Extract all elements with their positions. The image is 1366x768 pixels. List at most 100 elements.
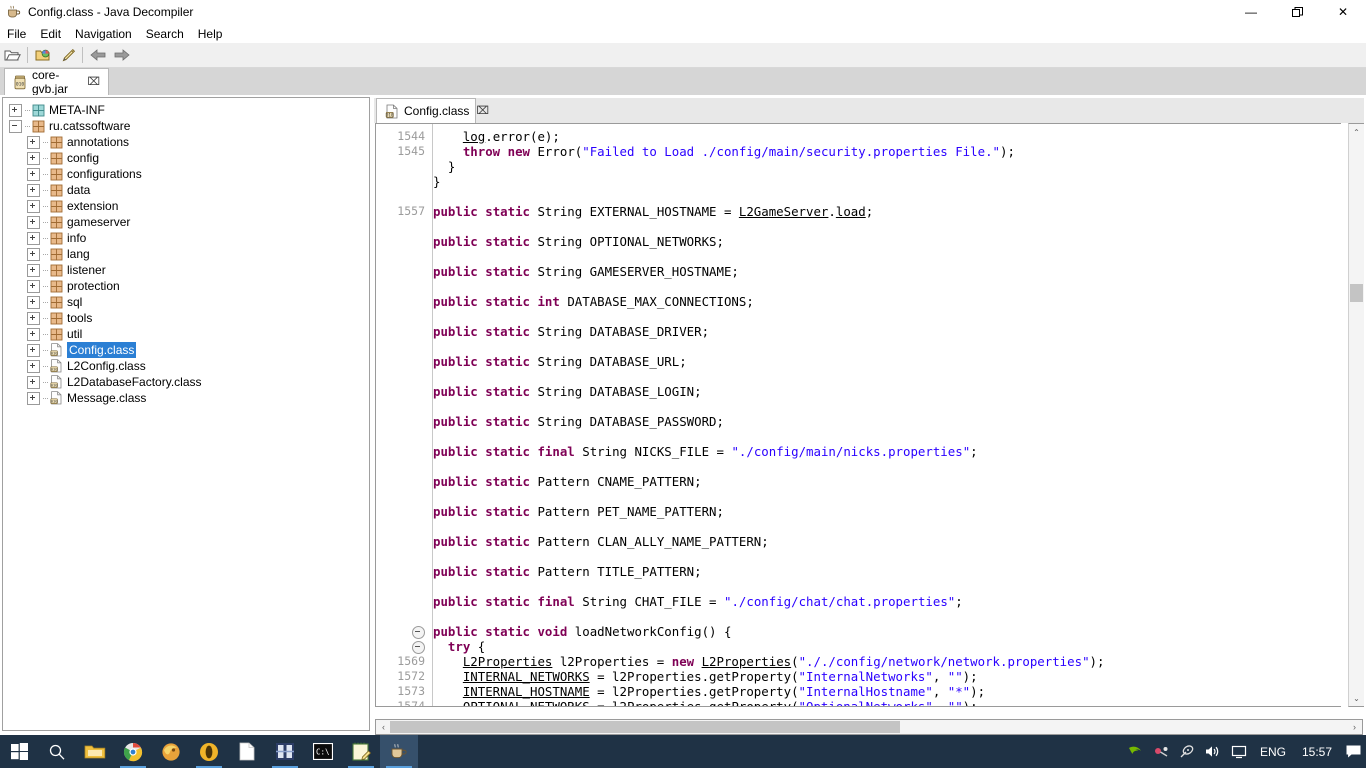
code-token-lnk[interactable]: L2GameServer (739, 204, 829, 219)
tree-item-message-class[interactable]: 010 Message.class (3, 390, 369, 406)
code-fold-toggle-icon[interactable] (412, 641, 425, 654)
opera-icon[interactable] (190, 735, 228, 768)
notepad-icon[interactable] (342, 735, 380, 768)
navigate-back-icon[interactable] (87, 44, 109, 66)
collapse-icon[interactable] (9, 119, 22, 133)
code-token-kw: public (433, 384, 478, 399)
close-button[interactable]: ✕ (1320, 0, 1366, 24)
menu-edit[interactable]: Edit (33, 25, 68, 43)
command-prompt-icon[interactable]: C:\ (304, 735, 342, 768)
expand-icon[interactable] (27, 311, 40, 325)
tree-item-util[interactable]: util (3, 326, 369, 342)
save-source-icon[interactable] (56, 44, 78, 66)
tree-connector (43, 285, 49, 287)
code-token-lnk[interactable]: L2Properties (463, 654, 553, 669)
code-viewer[interactable]: 1544 1545 1557 1569 1572 1573 1574 log.error(e… (375, 123, 1341, 707)
code-token-lnk[interactable]: INTERNAL_HOSTNAME (463, 684, 590, 699)
expand-icon[interactable] (27, 167, 40, 181)
editor-tab-config-class[interactable]: 010 Config.class ⌧ (376, 98, 489, 123)
menu-search[interactable]: Search (139, 25, 191, 43)
code-token-kw: public (433, 624, 478, 639)
expand-icon[interactable] (27, 199, 40, 213)
nvidia-icon[interactable] (1122, 735, 1148, 768)
expand-icon[interactable] (27, 359, 40, 373)
restore-button[interactable] (1274, 0, 1320, 24)
expand-icon[interactable] (27, 263, 40, 277)
language-indicator[interactable]: ENG (1252, 745, 1294, 759)
menu-file[interactable]: File (0, 25, 33, 43)
expand-icon[interactable] (27, 279, 40, 293)
scroll-right-arrow-icon[interactable]: › (1347, 720, 1362, 734)
java-decompiler-icon[interactable] (380, 735, 418, 768)
tree-item-annotations[interactable]: annotations (3, 134, 369, 150)
toolbar-separator-1 (27, 47, 28, 63)
tree-item-l2databasefactory-class[interactable]: 010 L2DatabaseFactory.class (3, 374, 369, 390)
expand-icon[interactable] (27, 391, 40, 405)
code-token-lnk[interactable]: load (836, 204, 866, 219)
expand-icon[interactable] (27, 135, 40, 149)
scroll-down-arrow-icon[interactable]: ⌄ (1349, 690, 1364, 706)
action-center-icon[interactable] (1340, 735, 1366, 768)
scroll-up-arrow-icon[interactable]: ⌃ (1349, 124, 1364, 140)
file-explorer-icon[interactable] (76, 735, 114, 768)
horizontal-scroll-thumb[interactable] (390, 721, 900, 733)
expand-icon[interactable] (27, 215, 40, 229)
menu-navigation[interactable]: Navigation (68, 25, 139, 43)
tree-item-data[interactable]: data (3, 182, 369, 198)
tree-item-listener[interactable]: listener (3, 262, 369, 278)
start-button[interactable] (0, 735, 38, 768)
scroll-left-arrow-icon[interactable]: ‹ (376, 720, 391, 734)
tree-item-gameserver[interactable]: gameserver (3, 214, 369, 230)
expand-icon[interactable] (27, 343, 40, 357)
text-document-icon[interactable] (228, 735, 266, 768)
code-token-lnk[interactable]: log (463, 129, 485, 144)
code-token-lnk[interactable]: L2Properties (702, 654, 792, 669)
firefox-icon[interactable] (152, 735, 190, 768)
vertical-scroll-thumb[interactable] (1350, 284, 1363, 302)
minimize-button[interactable]: — (1228, 0, 1274, 24)
code-token-lnk[interactable]: OPTIONAL_NETWORKS (463, 699, 590, 706)
expand-icon[interactable] (27, 375, 40, 389)
code-token-kw: static (485, 624, 530, 639)
tree-item-info[interactable]: info (3, 230, 369, 246)
expand-icon[interactable] (27, 151, 40, 165)
network-adapter-icon[interactable] (1148, 735, 1174, 768)
tree-item-config-class[interactable]: 010 Config.class (3, 342, 369, 358)
horizontal-scrollbar[interactable]: ‹ › (375, 719, 1363, 735)
clock[interactable]: 15:57 (1294, 745, 1340, 759)
satellite-dish-icon[interactable] (1174, 735, 1200, 768)
tree-item-extension[interactable]: extension (3, 198, 369, 214)
tree-item-config[interactable]: config (3, 150, 369, 166)
vertical-scrollbar[interactable]: ⌃ ⌄ (1348, 123, 1364, 707)
open-file-icon[interactable] (1, 44, 23, 66)
line-number: 1544 (397, 129, 425, 143)
chrome-icon[interactable] (114, 735, 152, 768)
open-type-icon[interactable] (32, 44, 54, 66)
jar-tab-close-icon[interactable]: ⌧ (87, 76, 100, 88)
tree-item-meta-inf[interactable]: META-INF (3, 102, 369, 118)
expand-icon[interactable] (27, 295, 40, 309)
tree-item-protection[interactable]: protection (3, 278, 369, 294)
code-token-lnk[interactable]: INTERNAL_NETWORKS (463, 669, 590, 684)
expand-icon[interactable] (27, 327, 40, 341)
volume-icon[interactable] (1200, 735, 1226, 768)
expand-icon[interactable] (9, 103, 22, 117)
editor-icon[interactable] (266, 735, 304, 768)
jar-tab-core-gvb[interactable]: 010 core-gvb.jar ⌧ (4, 68, 109, 96)
tree-item-l2config-class[interactable]: 010 L2Config.class (3, 358, 369, 374)
expand-icon[interactable] (27, 247, 40, 261)
tree-item-tools[interactable]: tools (3, 310, 369, 326)
search-icon[interactable] (38, 735, 76, 768)
code-fold-toggle-icon[interactable] (412, 626, 425, 639)
tree-item-lang[interactable]: lang (3, 246, 369, 262)
tree-item-configurations[interactable]: configurations (3, 166, 369, 182)
editor-tab-close-icon[interactable]: ⌧ (476, 105, 489, 117)
display-icon[interactable] (1226, 735, 1252, 768)
tree-item-sql[interactable]: sql (3, 294, 369, 310)
code-token-kw: static (485, 564, 530, 579)
expand-icon[interactable] (27, 231, 40, 245)
navigate-forward-icon[interactable] (111, 44, 133, 66)
expand-icon[interactable] (27, 183, 40, 197)
menu-help[interactable]: Help (191, 25, 230, 43)
tree-item-ru-catssoftware[interactable]: ru.catssoftware (3, 118, 369, 134)
